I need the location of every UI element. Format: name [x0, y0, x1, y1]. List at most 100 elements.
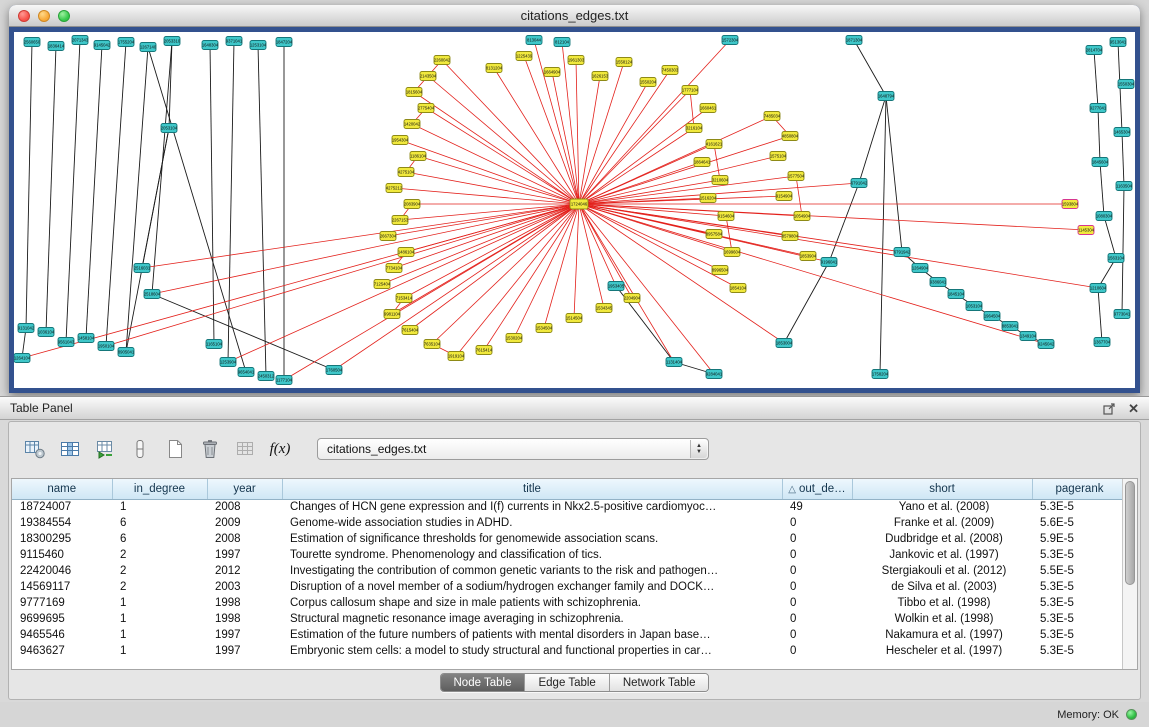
- table-panel-titlebar[interactable]: Table Panel ✕: [0, 397, 1149, 420]
- graph-node[interactable]: 1367704: [1094, 338, 1111, 347]
- graph-node[interactable]: 1699604: [724, 248, 741, 257]
- graph-node[interactable]: 1163504: [1116, 182, 1133, 191]
- scrollbar-thumb[interactable]: [1125, 481, 1135, 585]
- tab-node-table[interactable]: Node Table: [441, 674, 526, 691]
- graph-node[interactable]: 9561043: [58, 338, 75, 347]
- graph-node[interactable]: 1660461: [700, 104, 717, 113]
- graph-node[interactable]: 1648304: [202, 41, 219, 50]
- graph-node[interactable]: 2260042: [434, 56, 451, 65]
- graph-node[interactable]: 1420042: [404, 120, 421, 129]
- close-window-button[interactable]: [18, 10, 30, 22]
- graph-node[interactable]: 9513041: [1110, 38, 1127, 47]
- graph-node[interactable]: 1534345: [596, 304, 613, 313]
- import-table-icon[interactable]: [91, 435, 119, 463]
- graph-node[interactable]: 2516031: [134, 264, 151, 273]
- graph-node[interactable]: 1558124: [616, 58, 633, 67]
- graph-node[interactable]: 1131404: [666, 358, 683, 367]
- minimize-window-button[interactable]: [38, 10, 50, 22]
- table-row[interactable]: 1938455462009Genome-wide association stu…: [12, 515, 1127, 531]
- zoom-window-button[interactable]: [58, 10, 70, 22]
- graph-node[interactable]: 1550204: [640, 78, 657, 87]
- graph-node[interactable]: 9371041: [226, 37, 243, 46]
- graph-node[interactable]: 1853004: [776, 339, 793, 348]
- network-graph-canvas[interactable]: 2560650183641420713439145042175520412671…: [14, 32, 1135, 388]
- graph-node[interactable]: 2814704: [1086, 46, 1103, 55]
- graph-node[interactable]: 1080304: [1096, 212, 1113, 221]
- graph-node[interactable]: 2775404: [418, 104, 435, 113]
- row-height-icon[interactable]: [126, 435, 154, 463]
- graph-node[interactable]: 9245042: [1038, 340, 1055, 349]
- graph-node[interactable]: 7615414: [476, 346, 493, 355]
- graph-node[interactable]: 2204904: [624, 294, 641, 303]
- graph-node[interactable]: 1836414: [48, 42, 65, 51]
- graph-node[interactable]: 1954304: [392, 136, 409, 145]
- table-row[interactable]: 1830029562008Estimation of significance …: [12, 531, 1127, 547]
- graph-node[interactable]: 2053104: [161, 124, 178, 133]
- graph-node[interactable]: 1563104: [1108, 254, 1125, 263]
- graph-node[interactable]: 1036104: [38, 328, 55, 337]
- graph-node[interactable]: 9145042: [94, 41, 111, 50]
- graph-node[interactable]: 1053104: [966, 302, 983, 311]
- graph-node[interactable]: 1919104: [448, 352, 465, 361]
- graph-node[interactable]: 1577504: [788, 172, 805, 181]
- column-header-year[interactable]: year: [207, 479, 282, 499]
- graph-node[interactable]: 1458104: [78, 334, 95, 343]
- graph-node[interactable]: 2083904: [404, 200, 421, 209]
- graph-node[interactable]: 1664904: [544, 68, 561, 77]
- function-builder-icon[interactable]: f(x): [266, 435, 294, 463]
- graph-node[interactable]: 1648794: [878, 92, 895, 101]
- graph-node[interactable]: 1853904: [800, 252, 817, 261]
- float-panel-icon[interactable]: [1103, 402, 1116, 415]
- graph-node[interactable]: 1534504: [536, 324, 553, 333]
- graph-node[interactable]: 6791042: [851, 179, 868, 188]
- column-header-name[interactable]: name: [12, 479, 112, 499]
- graph-node[interactable]: 9277041: [1090, 104, 1107, 113]
- graph-node[interactable]: 2518604: [144, 290, 161, 299]
- delete-icon[interactable]: [196, 435, 224, 463]
- graph-node[interactable]: 9981104: [384, 310, 401, 319]
- graph-node[interactable]: 2667304: [380, 232, 397, 241]
- table-row[interactable]: 1456911722003Disruption of a novel membe…: [12, 579, 1127, 595]
- graph-node[interactable]: 1847204: [276, 38, 293, 47]
- network-selector-dropdown[interactable]: citations_edges.txt ▲ ▼: [317, 438, 709, 460]
- graph-node[interactable]: 2267153: [392, 216, 409, 225]
- graph-node[interactable]: 1210604: [1090, 284, 1107, 293]
- graph-node[interactable]: 1514504: [566, 314, 583, 323]
- graph-node[interactable]: 1225439: [516, 52, 533, 61]
- table-row[interactable]: 946554611997Estimation of the future num…: [12, 627, 1127, 643]
- graph-node[interactable]: 7125404: [374, 280, 391, 289]
- graph-node[interactable]: 7485034: [764, 112, 781, 121]
- tab-edge-table[interactable]: Edge Table: [525, 674, 609, 691]
- table-plain-icon[interactable]: [231, 435, 259, 463]
- graph-node[interactable]: 9154604: [718, 212, 735, 221]
- graph-node[interactable]: 1516204: [700, 194, 717, 203]
- graph-node[interactable]: 813044: [526, 36, 542, 45]
- graph-node[interactable]: 1186104: [410, 152, 427, 161]
- graph-node[interactable]: 1253104: [250, 41, 267, 50]
- graph-node[interactable]: 4275104: [398, 168, 415, 177]
- graph-node[interactable]: 1572304: [722, 36, 739, 45]
- graph-node[interactable]: 3216104: [686, 124, 703, 133]
- dropdown-stepper-icon[interactable]: ▲ ▼: [690, 440, 707, 458]
- graph-node[interactable]: 2143504: [420, 72, 437, 81]
- graph-node[interactable]: 4850804: [782, 132, 799, 141]
- graph-node[interactable]: 1953405: [608, 282, 625, 291]
- graph-node[interactable]: 1777104: [682, 86, 699, 95]
- graph-node[interactable]: 1267140: [140, 43, 157, 52]
- column-header-short[interactable]: short: [852, 479, 1032, 499]
- table-row[interactable]: 1872400712008Changes of HCN gene express…: [12, 499, 1127, 515]
- graph-node[interactable]: 1854104: [730, 284, 747, 293]
- graph-node[interactable]: 1871304: [846, 36, 863, 45]
- graph-node[interactable]: 6791942: [894, 248, 911, 257]
- graph-node[interactable]: 812104: [554, 38, 570, 47]
- graph-node[interactable]: 8131204: [486, 64, 503, 73]
- graph-node[interactable]: 1815604: [406, 88, 423, 97]
- column-header-pagerank[interactable]: pagerank: [1032, 479, 1127, 499]
- graph-node[interactable]: 1961303: [568, 56, 585, 65]
- graph-node[interactable]: 1145304: [1078, 226, 1095, 235]
- network-window-titlebar[interactable]: citations_edges.txt: [9, 5, 1140, 27]
- graph-node[interactable]: 8905041: [118, 348, 135, 357]
- table-vertical-scrollbar[interactable]: [1122, 479, 1137, 669]
- graph-node[interactable]: 1755204: [118, 38, 135, 47]
- table-row[interactable]: 946362711997Embryonic stem cells: a mode…: [12, 643, 1127, 659]
